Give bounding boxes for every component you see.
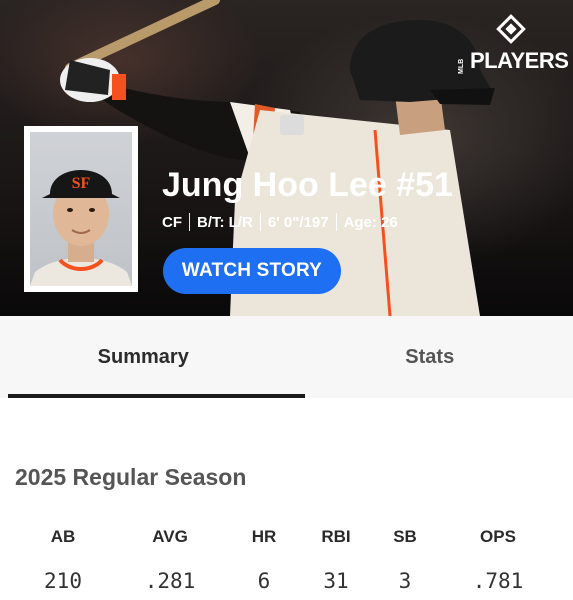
stat-header-sb: SB (393, 527, 417, 546)
player-age: Age: 26 (343, 213, 398, 231)
logo-mlb-text: MLB (458, 58, 465, 74)
headshot-photo: SF (30, 170, 132, 286)
stat-header-ab: AB (50, 527, 76, 546)
stat-header-hr: HR (251, 527, 277, 546)
tab-stats[interactable]: Stats (287, 316, 573, 398)
stat-value-hr: 6 (257, 569, 271, 593)
stats-value-row: 210 .281 6 31 3 .781 (0, 569, 573, 599)
player-hero-banner: MLB PLAYERS SF Jung Hoo Lee #51 CF B/T: … (0, 0, 573, 316)
svg-text:SF: SF (72, 175, 91, 192)
info-divider (259, 213, 261, 231)
player-position: CF (162, 213, 182, 231)
stat-value-rbi: 31 (323, 569, 349, 593)
stat-value-sb: 3 (398, 569, 412, 593)
tab-summary-label: Summary (97, 345, 189, 368)
stats-header-row: AB AVG HR RBI SB OPS (0, 527, 573, 557)
player-bats-throws: B/T: L/R (197, 213, 253, 231)
mlb-players-logo: MLB PLAYERS (458, 12, 569, 74)
active-tab-indicator (8, 394, 305, 398)
player-name: Jung Hoo Lee #51 (162, 166, 453, 204)
stat-header-rbi: RBI (321, 527, 351, 546)
watch-story-button[interactable]: WATCH STORY (163, 248, 341, 294)
stat-header-avg: AVG (152, 527, 188, 546)
profile-tabs: Summary Stats (0, 316, 573, 398)
tab-summary[interactable]: Summary (0, 316, 287, 398)
logo-players-text: PLAYERS (470, 48, 569, 73)
tab-stats-label: Stats (405, 345, 455, 368)
stat-value-ab: 210 (44, 569, 82, 593)
player-headshot: SF (24, 126, 138, 292)
player-bio-line: CF B/T: L/R 6' 0"/197 Age: 26 (162, 213, 398, 231)
stat-value-avg: .281 (144, 569, 196, 593)
stat-value-ops: .781 (472, 569, 524, 593)
info-divider (189, 213, 190, 231)
mlbpa-diamond-icon (496, 14, 526, 44)
season-title: 2025 Regular Season (15, 464, 247, 490)
stat-header-ops: OPS (480, 527, 516, 546)
player-height-weight: 6' 0"/197 (267, 213, 329, 231)
info-divider (335, 213, 337, 231)
